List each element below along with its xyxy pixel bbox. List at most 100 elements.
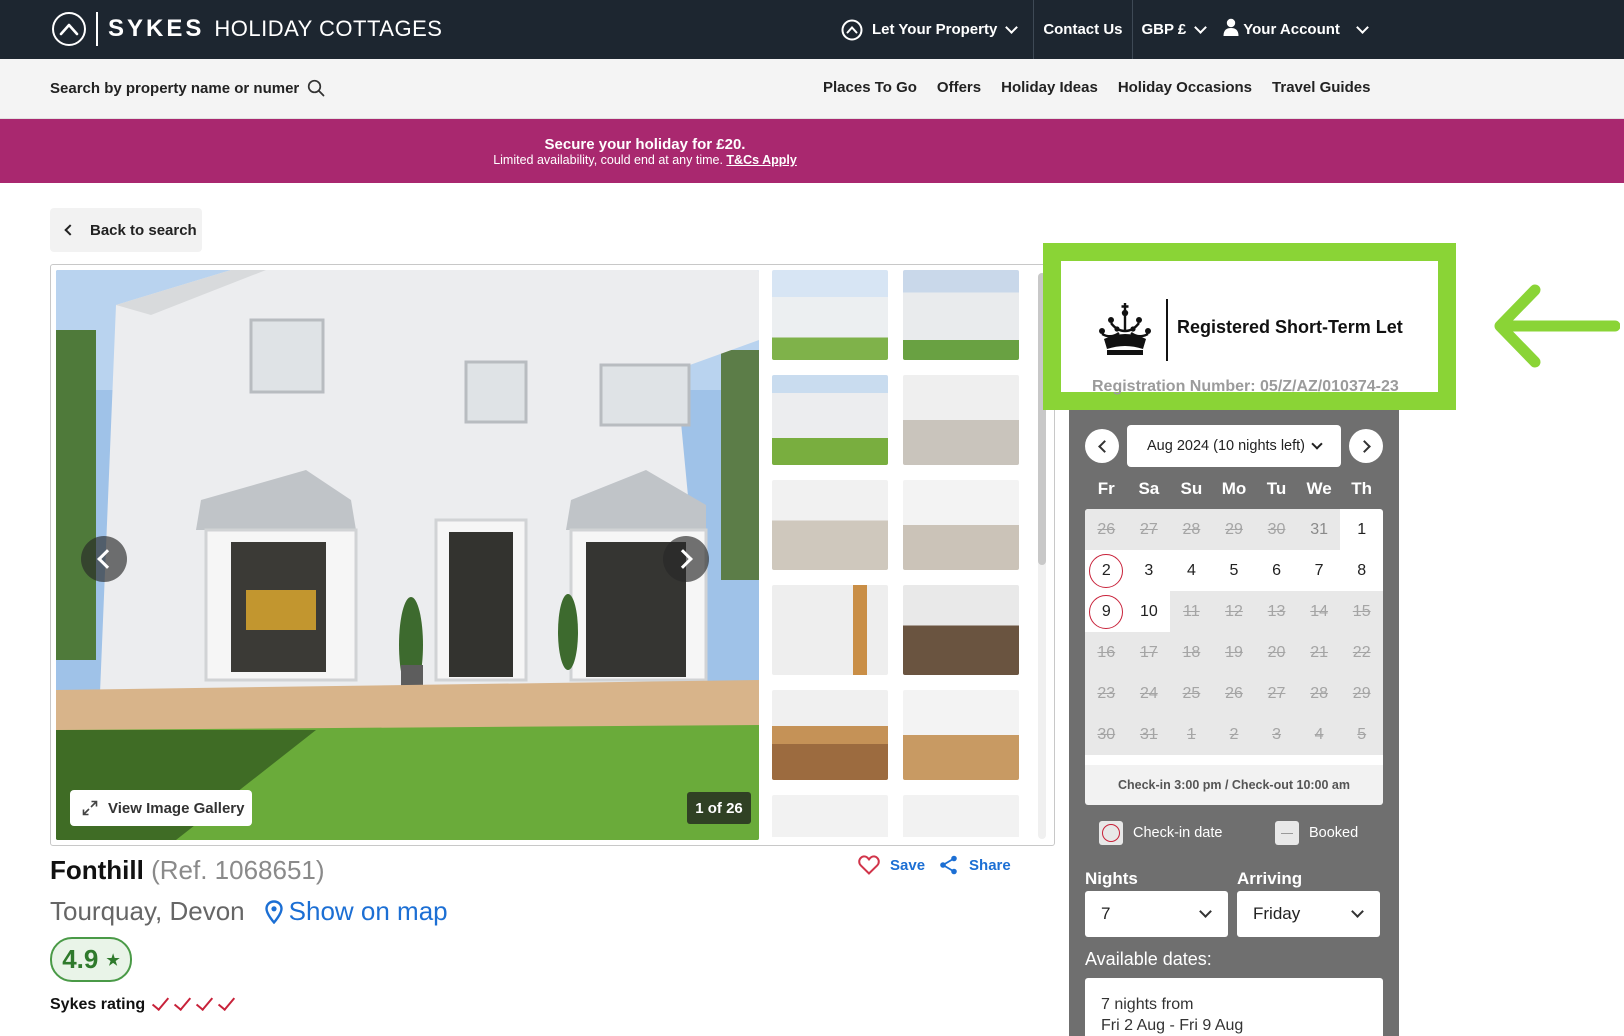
property-name: Fonthill xyxy=(50,855,144,885)
promo-subtitle-text: Limited availability, could end at any t… xyxy=(493,153,723,167)
previous-month-button[interactable] xyxy=(1085,429,1119,463)
calendar-day[interactable]: 2 xyxy=(1085,550,1128,591)
weekday-label: Mo xyxy=(1221,479,1247,498)
calendar-day[interactable]: 3 xyxy=(1128,550,1171,591)
back-to-search-button[interactable]: Back to search xyxy=(50,208,202,252)
promo-subtitle: Limited availability, could end at any t… xyxy=(0,153,1290,167)
thumbnail[interactable] xyxy=(772,585,888,675)
sykes-logo[interactable]: SYKES HOLIDAY COTTAGES xyxy=(52,12,442,46)
brand-rest: HOLIDAY COTTAGES xyxy=(214,16,443,41)
contact-us-link[interactable]: Contact Us xyxy=(1034,0,1131,59)
thumbnail[interactable] xyxy=(903,270,1019,360)
nights-label: Nights xyxy=(1085,869,1138,888)
check-times: Check-in 3:00 pm / Check-out 10:00 am xyxy=(1085,765,1383,805)
property-search[interactable]: Search by property name or numer xyxy=(50,79,325,97)
secondary-nav: Search by property name or numer Places … xyxy=(0,59,1624,119)
legend-booked-label: Booked xyxy=(1309,825,1359,841)
available-nights: 7 nights from xyxy=(1101,996,1194,1013)
booked-legend-icon xyxy=(1275,821,1299,845)
show-on-map-link[interactable]: Show on map xyxy=(264,896,448,927)
show-on-map-label: Show on map xyxy=(288,896,448,926)
share-button[interactable]: Share xyxy=(969,857,1011,874)
star-icon: ★ xyxy=(106,951,120,969)
previous-photo-button[interactable] xyxy=(81,536,127,582)
sykes-mark-icon xyxy=(52,12,86,46)
calendar-day[interactable]: 8 xyxy=(1340,550,1383,591)
checkin-day[interactable]: 9 xyxy=(1089,594,1124,629)
photo-counter: 1 of 26 xyxy=(687,792,751,824)
month-label: Aug 2024 (10 nights left) xyxy=(1147,438,1305,454)
calendar-day: 31 xyxy=(1127,714,1171,755)
currency-menu[interactable]: GBP £ xyxy=(1133,0,1215,59)
menu-holiday-occasions[interactable]: Holiday Occasions xyxy=(1118,79,1252,96)
checkin-day[interactable]: 2 xyxy=(1089,553,1124,588)
view-gallery-button[interactable]: View Image Gallery xyxy=(70,790,252,826)
thumbnail[interactable] xyxy=(772,690,888,780)
check-icon xyxy=(174,992,192,1012)
next-photo-button[interactable] xyxy=(663,536,709,582)
thumbnail[interactable] xyxy=(903,585,1019,675)
next-month-button[interactable] xyxy=(1349,429,1383,463)
thumbnail[interactable] xyxy=(903,690,1019,780)
thumbnail[interactable] xyxy=(772,480,888,570)
menu-offers[interactable]: Offers xyxy=(937,79,981,96)
arriving-label: Arriving xyxy=(1237,869,1303,888)
weekday-label: Su xyxy=(1180,479,1203,498)
calendar-day: 13 xyxy=(1255,591,1298,632)
nights-select[interactable]: 7 xyxy=(1085,891,1228,937)
thumbnail[interactable] xyxy=(772,795,888,837)
account-label: Your Account xyxy=(1243,21,1340,38)
calendar-day: 26 xyxy=(1212,673,1256,714)
arriving-select[interactable]: Friday xyxy=(1237,891,1380,937)
menu-places-to-go[interactable]: Places To Go xyxy=(823,79,917,96)
weekday-label: We xyxy=(1306,479,1332,498)
calendar-day: 11 xyxy=(1170,591,1213,632)
calendar-day: 29 xyxy=(1212,509,1256,550)
heart-icon[interactable] xyxy=(858,855,880,875)
weekday-label: Tu xyxy=(1266,479,1287,498)
month-dropdown[interactable]: Aug 2024 (10 nights left) xyxy=(1127,425,1341,467)
top-bar: SYKES HOLIDAY COTTAGES Let Your Property… xyxy=(0,0,1624,59)
property-ref: (Ref. 1068651) xyxy=(151,855,325,885)
thumbnail[interactable] xyxy=(903,375,1019,465)
chevron-right-icon xyxy=(1357,439,1371,453)
chevron-down-icon xyxy=(1199,905,1212,918)
available-date-option[interactable]: 7 nights from Fri 2 Aug - Fri 9 Aug xyxy=(1085,978,1383,1036)
share-icon[interactable] xyxy=(939,855,959,875)
nights-value: 7 xyxy=(1101,904,1111,923)
rating-value: 4.9 xyxy=(62,944,99,974)
thumbnail[interactable] xyxy=(772,375,888,465)
thumbnail[interactable] xyxy=(903,480,1019,570)
calendar-day: 24 xyxy=(1127,673,1171,714)
menu-travel-guides[interactable]: Travel Guides xyxy=(1272,79,1370,96)
calendar-day[interactable]: 5 xyxy=(1213,550,1256,591)
calendar-day: 31 xyxy=(1297,509,1341,550)
save-button[interactable]: Save xyxy=(890,857,925,874)
thumbnail[interactable] xyxy=(903,795,1019,837)
main-photo[interactable]: View Image Gallery 1 of 26 xyxy=(56,270,759,840)
account-menu[interactable]: Your Account xyxy=(1214,0,1376,59)
calendar-day: 29 xyxy=(1340,673,1383,714)
terms-link[interactable]: T&Cs Apply xyxy=(726,153,796,167)
photo-gallery: View Image Gallery 1 of 26 xyxy=(50,264,1055,846)
thumbnail[interactable] xyxy=(772,270,888,360)
currency-label: GBP £ xyxy=(1141,21,1187,38)
sykes-rating: Sykes rating xyxy=(50,992,236,1014)
search-input[interactable]: Search by property name or numer xyxy=(50,80,299,97)
calendar-day: 27 xyxy=(1127,509,1171,550)
calendar-day[interactable]: 7 xyxy=(1298,550,1341,591)
booking-panel: Aug 2024 (10 nights left) Fr Sa Su Mo Tu We Th… xyxy=(1069,395,1399,1036)
calendar-day[interactable]: 10 xyxy=(1128,591,1171,632)
back-label: Back to search xyxy=(90,221,197,239)
calendar-day[interactable]: 1 xyxy=(1340,509,1383,550)
calendar-day[interactable]: 6 xyxy=(1255,550,1298,591)
menu-holiday-ideas[interactable]: Holiday Ideas xyxy=(1001,79,1098,96)
availability-calendar: 26 27 28 29 30 31 1 2 3 4 5 6 7 8 9 10 11 12 13 14 15 16 17 18 1… xyxy=(1085,509,1383,799)
search-icon[interactable] xyxy=(307,79,325,97)
calendar-day[interactable]: 9 xyxy=(1085,591,1128,632)
calendar-day: 28 xyxy=(1297,673,1341,714)
weekday-label: Fr xyxy=(1097,479,1115,498)
let-property-menu[interactable]: Let Your Property xyxy=(832,0,1025,59)
calendar-day: 4 xyxy=(1297,714,1341,755)
calendar-day[interactable]: 4 xyxy=(1170,550,1213,591)
